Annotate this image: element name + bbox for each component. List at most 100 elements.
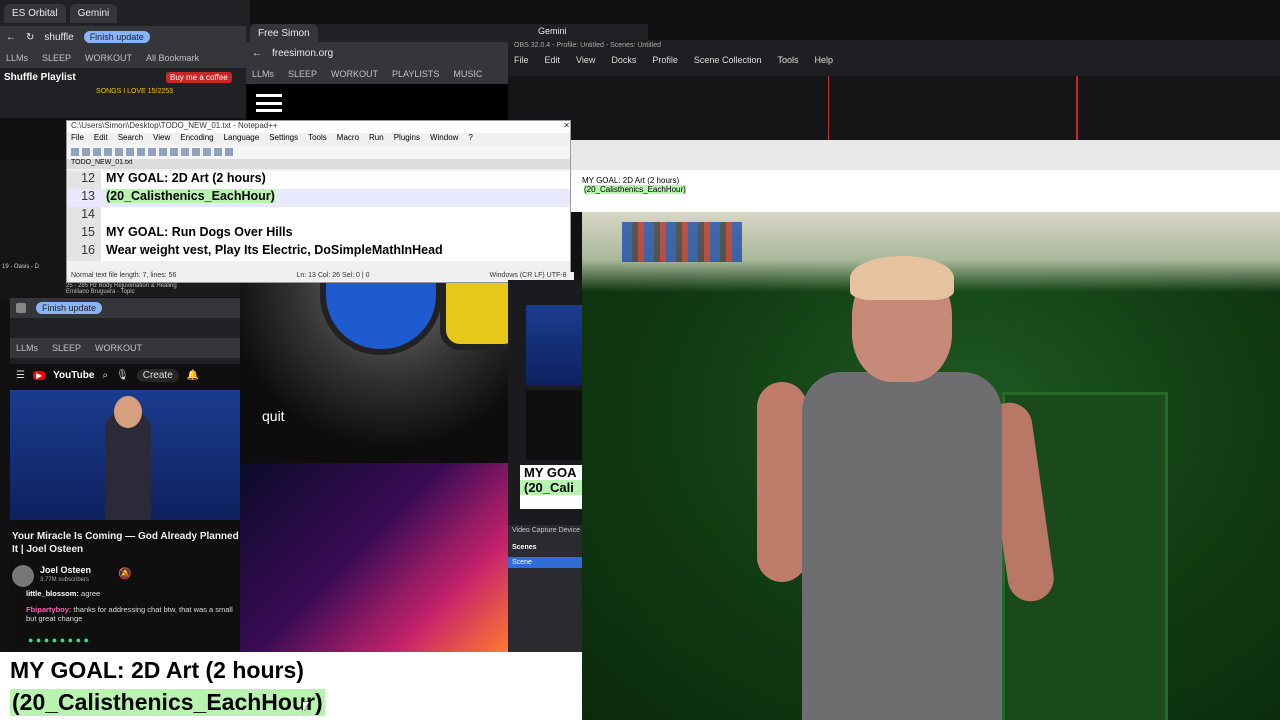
bookmarks-bar-mid: LLMs SLEEP WORKOUT PLAYLISTS MUSIC [246, 64, 508, 84]
notepad-tab[interactable]: TODO_NEW_01.txt [67, 159, 570, 169]
buy-coffee-button[interactable]: Buy me a coffee [166, 72, 232, 83]
tab-favicon [16, 303, 26, 313]
simon-yellow-pad[interactable] [440, 283, 508, 350]
menu-encoding[interactable]: Encoding [180, 133, 213, 145]
address-bar-mid[interactable]: ← freesimon.org [246, 42, 508, 64]
mic-icon[interactable]: 🎙 [116, 370, 129, 381]
youtube-logo-icon[interactable]: ▶ [32, 370, 46, 380]
menu-help[interactable]: ? [468, 133, 472, 145]
menu-run[interactable]: Run [369, 133, 384, 145]
menu-search[interactable]: Search [118, 133, 143, 145]
create-button[interactable]: Create [136, 368, 179, 382]
reload-icon[interactable]: ↻ [26, 32, 34, 43]
tab-free-simon[interactable]: Free Simon [250, 23, 318, 43]
mini-youtube-thumb [526, 305, 582, 385]
mini-goal-overlay: MY GOA (20_Cali [520, 465, 582, 509]
undo-icon[interactable] [170, 148, 178, 156]
replace-icon[interactable] [203, 148, 211, 156]
menu-profile[interactable]: Profile [652, 55, 678, 65]
menu-scene-collection[interactable]: Scene Collection [694, 55, 762, 65]
new-file-icon[interactable] [71, 148, 79, 156]
notification-bell-icon[interactable]: 🔕 [118, 567, 132, 580]
bookmark-playlists[interactable]: PLAYLISTS [392, 69, 439, 79]
menu-edit[interactable]: Edit [94, 133, 108, 145]
bookmark-llms[interactable]: LLMs [16, 343, 38, 353]
quit-button[interactable]: quit [262, 408, 285, 424]
notepad-editor[interactable]: 12 MY GOAL: 2D Art (2 hours) 13 (20_Cali… [67, 171, 570, 261]
zoom-out-icon[interactable] [225, 148, 233, 156]
bookmark-workout[interactable]: WORKOUT [95, 343, 142, 353]
notepad-window: C:\Users\Simon\Desktop\TODO_NEW_01.txt -… [66, 120, 574, 283]
paste-icon[interactable] [159, 148, 167, 156]
print-icon[interactable] [126, 148, 134, 156]
line-number: 14 [81, 207, 95, 221]
hamburger-menu-icon[interactable] [256, 94, 282, 112]
bookmark-all[interactable]: All Bookmark [146, 53, 199, 63]
chat-text: agree [81, 589, 101, 598]
song-artist: Emiliano Bruguera - Topic [66, 289, 135, 295]
menu-view[interactable]: View [153, 133, 170, 145]
chat-user: Fbipartyboy: [26, 605, 72, 614]
menu-view[interactable]: View [576, 55, 595, 65]
close-file-icon[interactable] [115, 148, 123, 156]
menu-edit[interactable]: Edit [545, 55, 561, 65]
menu-tools[interactable]: Tools [308, 133, 327, 145]
menu-file[interactable]: File [514, 55, 529, 65]
menu-help[interactable]: Help [814, 55, 833, 65]
bookmark-workout[interactable]: WORKOUT [331, 69, 378, 79]
video-player[interactable] [10, 390, 242, 520]
tab-bar: ES Orbital Gemini [0, 0, 250, 26]
simon-blue-pad[interactable] [320, 283, 442, 355]
address-bar[interactable]: ← ↻ shuffle Finish update [0, 26, 250, 48]
menu-docks[interactable]: Docks [611, 55, 636, 65]
video-title: Your Miracle Is Coming — God Already Pla… [12, 531, 239, 555]
find-icon[interactable] [192, 148, 200, 156]
bell-icon[interactable]: 🔔 [187, 370, 199, 381]
bookmark-sleep[interactable]: SLEEP [42, 53, 71, 63]
menu-language[interactable]: Language [224, 133, 260, 145]
bookmark-llms[interactable]: LLMs [252, 69, 274, 79]
channel-avatar[interactable] [12, 565, 34, 587]
finish-update-button-yt[interactable]: Finish update [36, 302, 103, 314]
yt-bookmarks: LLMs SLEEP WORKOUT [10, 338, 242, 358]
menu-plugins[interactable]: Plugins [394, 133, 420, 145]
tab-orbital[interactable]: ES Orbital [4, 3, 66, 23]
bookmark-music[interactable]: MUSIC [453, 69, 482, 79]
tab-gemini-obs[interactable]: Gemini [538, 26, 567, 36]
notepad-toolbar [67, 145, 570, 159]
person-arm-left [757, 382, 807, 582]
save-all-icon[interactable] [104, 148, 112, 156]
menu-window[interactable]: Window [430, 133, 458, 145]
channel-name[interactable]: Joel Osteen [40, 565, 91, 575]
webcam-feed [582, 212, 1280, 720]
save-icon[interactable] [93, 148, 101, 156]
scene-item[interactable]: Scene [508, 557, 582, 568]
bookmark-llms[interactable]: LLMs [6, 53, 28, 63]
menu-file[interactable]: File [71, 133, 84, 145]
zoom-in-icon[interactable] [214, 148, 222, 156]
bookmark-sleep[interactable]: SLEEP [52, 343, 81, 353]
emote-bar: ● ● ● ● ● ● ● ● [28, 635, 89, 645]
search-icon[interactable]: ⌕ [102, 370, 108, 381]
notepad-statusbar: Normal text file length: 7, lines: 56 Ln… [67, 272, 574, 282]
back-icon[interactable]: ← [252, 48, 262, 59]
bookmark-sleep[interactable]: SLEEP [288, 69, 317, 79]
back-icon[interactable]: ← [6, 32, 16, 43]
tab-gemini[interactable]: Gemini [69, 3, 118, 23]
chat-message: Fbipartyboy: thanks for addressing chat … [26, 605, 236, 623]
close-icon[interactable]: ✕ [563, 121, 570, 133]
yt-tab-row: Finish update [10, 298, 242, 318]
menu-settings[interactable]: Settings [269, 133, 298, 145]
open-icon[interactable] [82, 148, 90, 156]
menu-macro[interactable]: Macro [337, 133, 359, 145]
menu-tools[interactable]: Tools [777, 55, 798, 65]
finish-update-button[interactable]: Finish update [83, 31, 150, 43]
copy-icon[interactable] [148, 148, 156, 156]
redo-icon[interactable] [181, 148, 189, 156]
youtube-logo-text[interactable]: YouTube [53, 370, 94, 381]
menu-icon[interactable]: ☰ [16, 370, 25, 381]
bookmark-workout[interactable]: WORKOUT [85, 53, 132, 63]
left-side-panel: 19 - Oasis - D [0, 160, 66, 300]
url-text[interactable]: freesimon.org [272, 48, 333, 59]
cut-icon[interactable] [137, 148, 145, 156]
